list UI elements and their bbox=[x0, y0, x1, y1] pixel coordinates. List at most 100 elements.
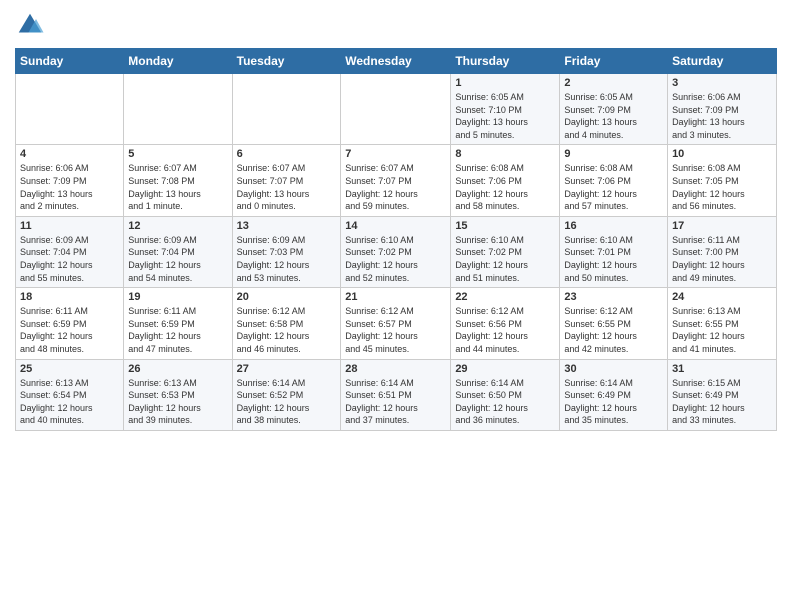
day-info: Sunrise: 6:14 AM Sunset: 6:51 PM Dayligh… bbox=[345, 377, 446, 427]
day-number: 16 bbox=[564, 220, 663, 232]
day-info: Sunrise: 6:05 AM Sunset: 7:09 PM Dayligh… bbox=[564, 91, 663, 141]
day-number: 27 bbox=[237, 363, 337, 375]
day-info: Sunrise: 6:09 AM Sunset: 7:03 PM Dayligh… bbox=[237, 234, 337, 284]
calendar-cell: 18Sunrise: 6:11 AM Sunset: 6:59 PM Dayli… bbox=[16, 288, 124, 359]
day-header-tuesday: Tuesday bbox=[232, 49, 341, 74]
calendar-cell: 8 Sunrise: 6:08 AM Sunset: 7:06 PM Daylig… bbox=[451, 145, 560, 216]
day-info: Sunrise: 6:09 AM Sunset: 7:04 PM Dayligh… bbox=[20, 234, 119, 284]
day-number: 30 bbox=[564, 363, 663, 375]
day-info: Sunrise: 6:12 AM Sunset: 6:58 PM Dayligh… bbox=[237, 305, 337, 355]
day-number: 10 bbox=[672, 148, 772, 160]
calendar-cell: 1 Sunrise: 6:05 AM Sunset: 7:10 PM Daylig… bbox=[451, 74, 560, 145]
calendar-cell: 20 Sunrise: 6:12 AM Sunset: 6:58 PM Dayli… bbox=[232, 288, 341, 359]
calendar-cell: 28 Sunrise: 6:14 AM Sunset: 6:51 PM Dayli… bbox=[341, 359, 451, 430]
day-info: Sunrise: 6:14 AM Sunset: 6:49 PM Dayligh… bbox=[564, 377, 663, 427]
calendar: SundayMondayTuesdayWednesdayThursdayFrid… bbox=[15, 48, 777, 431]
calendar-cell: 15 Sunrise: 6:10 AM Sunset: 7:02 PM Dayli… bbox=[451, 216, 560, 287]
day-info: Sunrise: 6:05 AM Sunset: 7:10 PM Dayligh… bbox=[455, 91, 555, 141]
calendar-cell: 4 Sunrise: 6:06 AM Sunset: 7:09 PM Daylig… bbox=[16, 145, 124, 216]
day-info: Sunrise: 6:14 AM Sunset: 6:52 PM Dayligh… bbox=[237, 377, 337, 427]
logo-icon bbox=[15, 10, 45, 40]
calendar-cell: 5 Sunrise: 6:07 AM Sunset: 7:08 PM Daylig… bbox=[124, 145, 232, 216]
day-number: 4 bbox=[20, 148, 119, 160]
calendar-cell: 12 Sunrise: 6:09 AM Sunset: 7:04 PM Dayli… bbox=[124, 216, 232, 287]
day-number: 28 bbox=[345, 363, 446, 375]
day-number: 31 bbox=[672, 363, 772, 375]
day-info: Sunrise: 6:10 AM Sunset: 7:02 PM Dayligh… bbox=[345, 234, 446, 284]
day-info: Sunrise: 6:07 AM Sunset: 7:08 PM Dayligh… bbox=[128, 162, 227, 212]
day-info: Sunrise: 6:12 AM Sunset: 6:56 PM Dayligh… bbox=[455, 305, 555, 355]
day-info: Sunrise: 6:14 AM Sunset: 6:50 PM Dayligh… bbox=[455, 377, 555, 427]
day-number: 14 bbox=[345, 220, 446, 232]
calendar-cell: 31 Sunrise: 6:15 AM Sunset: 6:49 PM Dayli… bbox=[668, 359, 777, 430]
day-header-thursday: Thursday bbox=[451, 49, 560, 74]
calendar-cell bbox=[341, 74, 451, 145]
day-number: 22 bbox=[455, 291, 555, 303]
calendar-cell: 10 Sunrise: 6:08 AM Sunset: 7:05 PM Dayli… bbox=[668, 145, 777, 216]
calendar-cell: 11 Sunrise: 6:09 AM Sunset: 7:04 PM Dayli… bbox=[16, 216, 124, 287]
calendar-cell: 22 Sunrise: 6:12 AM Sunset: 6:56 PM Dayli… bbox=[451, 288, 560, 359]
day-info: Sunrise: 6:12 AM Sunset: 6:55 PM Dayligh… bbox=[564, 305, 663, 355]
calendar-week-2: 11 Sunrise: 6:09 AM Sunset: 7:04 PM Dayli… bbox=[16, 216, 777, 287]
calendar-cell: 25Sunrise: 6:13 AM Sunset: 6:54 PM Dayli… bbox=[16, 359, 124, 430]
day-number: 9 bbox=[564, 148, 663, 160]
day-info: Sunrise: 6:08 AM Sunset: 7:05 PM Dayligh… bbox=[672, 162, 772, 212]
day-number: 20 bbox=[237, 291, 337, 303]
day-number: 12 bbox=[128, 220, 227, 232]
day-number: 5 bbox=[128, 148, 227, 160]
day-header-wednesday: Wednesday bbox=[341, 49, 451, 74]
calendar-cell: 21Sunrise: 6:12 AM Sunset: 6:57 PM Dayli… bbox=[341, 288, 451, 359]
page: SundayMondayTuesdayWednesdayThursdayFrid… bbox=[0, 0, 792, 612]
calendar-header-row: SundayMondayTuesdayWednesdayThursdayFrid… bbox=[16, 49, 777, 74]
day-number: 19 bbox=[128, 291, 227, 303]
day-number: 8 bbox=[455, 148, 555, 160]
day-info: Sunrise: 6:13 AM Sunset: 6:54 PM Dayligh… bbox=[20, 377, 119, 427]
day-info: Sunrise: 6:06 AM Sunset: 7:09 PM Dayligh… bbox=[672, 91, 772, 141]
calendar-cell: 17Sunrise: 6:11 AM Sunset: 7:00 PM Dayli… bbox=[668, 216, 777, 287]
calendar-cell: 3Sunrise: 6:06 AM Sunset: 7:09 PM Daylig… bbox=[668, 74, 777, 145]
header bbox=[15, 10, 777, 40]
calendar-cell bbox=[16, 74, 124, 145]
day-number: 29 bbox=[455, 363, 555, 375]
calendar-cell: 16Sunrise: 6:10 AM Sunset: 7:01 PM Dayli… bbox=[560, 216, 668, 287]
day-info: Sunrise: 6:15 AM Sunset: 6:49 PM Dayligh… bbox=[672, 377, 772, 427]
calendar-week-1: 4 Sunrise: 6:06 AM Sunset: 7:09 PM Daylig… bbox=[16, 145, 777, 216]
day-number: 1 bbox=[455, 77, 555, 89]
calendar-cell: 14 Sunrise: 6:10 AM Sunset: 7:02 PM Dayli… bbox=[341, 216, 451, 287]
day-header-saturday: Saturday bbox=[668, 49, 777, 74]
day-info: Sunrise: 6:11 AM Sunset: 6:59 PM Dayligh… bbox=[128, 305, 227, 355]
calendar-cell: 7Sunrise: 6:07 AM Sunset: 7:07 PM Daylig… bbox=[341, 145, 451, 216]
logo bbox=[15, 10, 49, 40]
calendar-cell: 30 Sunrise: 6:14 AM Sunset: 6:49 PM Dayli… bbox=[560, 359, 668, 430]
day-info: Sunrise: 6:08 AM Sunset: 7:06 PM Dayligh… bbox=[564, 162, 663, 212]
day-number: 26 bbox=[128, 363, 227, 375]
calendar-cell: 24Sunrise: 6:13 AM Sunset: 6:55 PM Dayli… bbox=[668, 288, 777, 359]
day-number: 2 bbox=[564, 77, 663, 89]
calendar-cell bbox=[232, 74, 341, 145]
day-info: Sunrise: 6:09 AM Sunset: 7:04 PM Dayligh… bbox=[128, 234, 227, 284]
day-number: 15 bbox=[455, 220, 555, 232]
day-number: 23 bbox=[564, 291, 663, 303]
calendar-week-3: 18 Sunrise: 6:11 AM Sunset: 6:59 PM Dayli… bbox=[16, 288, 777, 359]
calendar-cell: 23 Sunrise: 6:12 AM Sunset: 6:55 PM Dayli… bbox=[560, 288, 668, 359]
calendar-cell: 6 Sunrise: 6:07 AM Sunset: 7:07 PM Daylig… bbox=[232, 145, 341, 216]
calendar-cell: 26 Sunrise: 6:13 AM Sunset: 6:53 PM Dayli… bbox=[124, 359, 232, 430]
day-info: Sunrise: 6:13 AM Sunset: 6:53 PM Dayligh… bbox=[128, 377, 227, 427]
day-header-friday: Friday bbox=[560, 49, 668, 74]
day-info: Sunrise: 6:07 AM Sunset: 7:07 PM Dayligh… bbox=[237, 162, 337, 212]
day-number: 13 bbox=[237, 220, 337, 232]
day-info: Sunrise: 6:08 AM Sunset: 7:06 PM Dayligh… bbox=[455, 162, 555, 212]
day-number: 6 bbox=[237, 148, 337, 160]
calendar-cell bbox=[124, 74, 232, 145]
day-info: Sunrise: 6:13 AM Sunset: 6:55 PM Dayligh… bbox=[672, 305, 772, 355]
day-info: Sunrise: 6:10 AM Sunset: 7:02 PM Dayligh… bbox=[455, 234, 555, 284]
day-number: 18 bbox=[20, 291, 119, 303]
day-info: Sunrise: 6:07 AM Sunset: 7:07 PM Dayligh… bbox=[345, 162, 446, 212]
day-header-sunday: Sunday bbox=[16, 49, 124, 74]
calendar-week-0: 1 Sunrise: 6:05 AM Sunset: 7:10 PM Daylig… bbox=[16, 74, 777, 145]
day-number: 17 bbox=[672, 220, 772, 232]
day-number: 11 bbox=[20, 220, 119, 232]
day-info: Sunrise: 6:06 AM Sunset: 7:09 PM Dayligh… bbox=[20, 162, 119, 212]
calendar-week-4: 25Sunrise: 6:13 AM Sunset: 6:54 PM Dayli… bbox=[16, 359, 777, 430]
calendar-cell: 2 Sunrise: 6:05 AM Sunset: 7:09 PM Daylig… bbox=[560, 74, 668, 145]
